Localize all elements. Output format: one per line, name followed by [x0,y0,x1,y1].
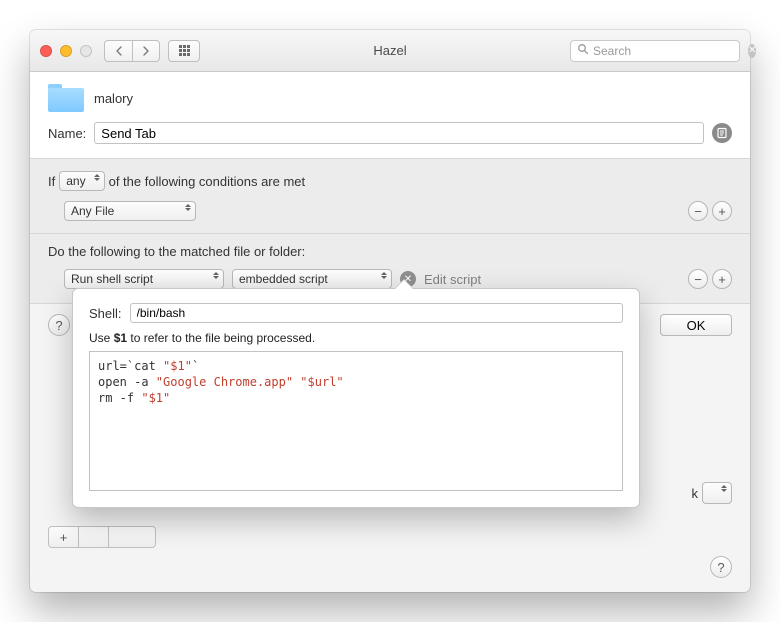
updown-icon [381,272,387,279]
window-controls [40,45,92,57]
list-controls: + [48,526,156,548]
if-prefix: If [48,174,55,189]
folder-row: malory [48,84,732,112]
fragment-select[interactable] [702,482,732,504]
preview-button[interactable] [712,123,732,143]
condition-mode-value: any [66,174,85,188]
updown-icon [94,174,100,181]
name-row: Name: [48,122,732,144]
shell-label: Shell: [89,306,122,321]
forward-button[interactable] [132,40,160,62]
folder-name: malory [94,91,133,106]
extra-button[interactable] [108,526,156,548]
folder-icon [48,84,84,112]
titlebar: Hazel ✕ [30,30,750,72]
actions-label: Do the following to the matched file or … [48,244,732,259]
grid-icon [179,45,190,56]
rule-header: malory Name: [30,72,750,159]
condition-attribute-value: Any File [71,204,114,218]
help-button-main[interactable]: ? [710,556,732,578]
minimize-window-icon[interactable] [60,45,72,57]
ok-button[interactable]: OK [660,314,732,336]
if-suffix: of the following conditions are met [109,174,306,189]
shell-row: Shell: [89,303,623,323]
script-editor-popover: Shell: Use $1 to refer to the file being… [72,288,640,508]
show-all-button[interactable] [168,40,200,62]
hazel-window: Hazel ✕ malory Name: If any [30,30,750,592]
back-button[interactable] [104,40,132,62]
search-icon [577,43,589,58]
search-input[interactable] [593,44,748,58]
name-label: Name: [48,126,86,141]
chevron-left-icon [115,46,123,56]
script-source-select[interactable]: embedded script [232,269,392,289]
rule-name-input[interactable] [94,122,704,144]
clear-search-icon[interactable]: ✕ [748,44,756,58]
add-action-button[interactable]: + [712,269,732,289]
zoom-window-icon[interactable] [80,45,92,57]
condition-attribute-select[interactable]: Any File [64,201,196,221]
chevron-right-icon [142,46,150,56]
add-button[interactable]: + [48,526,78,548]
background-fragment: k [692,482,733,504]
edit-script-link[interactable]: Edit script [424,272,481,287]
preview-icon [716,127,728,139]
conditions-section: If any of the following conditions are m… [30,159,750,234]
help-button[interactable]: ? [48,314,70,336]
add-condition-button[interactable]: + [712,201,732,221]
condition-row: Any File − + [64,201,732,221]
updown-icon [213,272,219,279]
nav-buttons [104,40,160,62]
action-verb-select[interactable]: Run shell script [64,269,224,289]
shell-path-input[interactable] [130,303,623,323]
action-pm-group: − + [688,269,732,289]
fragment-label: k [692,486,699,501]
remove-button[interactable] [78,526,108,548]
script-hint: Use $1 to refer to the file being proces… [89,331,623,345]
search-field[interactable]: ✕ [570,40,740,62]
remove-condition-button[interactable]: − [688,201,708,221]
condition-mode-line: If any of the following conditions are m… [48,171,732,191]
close-window-icon[interactable] [40,45,52,57]
script-source-value: embedded script [239,272,328,286]
condition-mode-select[interactable]: any [59,171,104,191]
updown-icon [721,485,727,492]
updown-icon [185,204,191,211]
action-verb-value: Run shell script [71,272,153,286]
condition-pm-group: − + [688,201,732,221]
script-editor[interactable]: url=`cat "$1"` open -a "Google Chrome.ap… [89,351,623,491]
remove-action-button[interactable]: − [688,269,708,289]
